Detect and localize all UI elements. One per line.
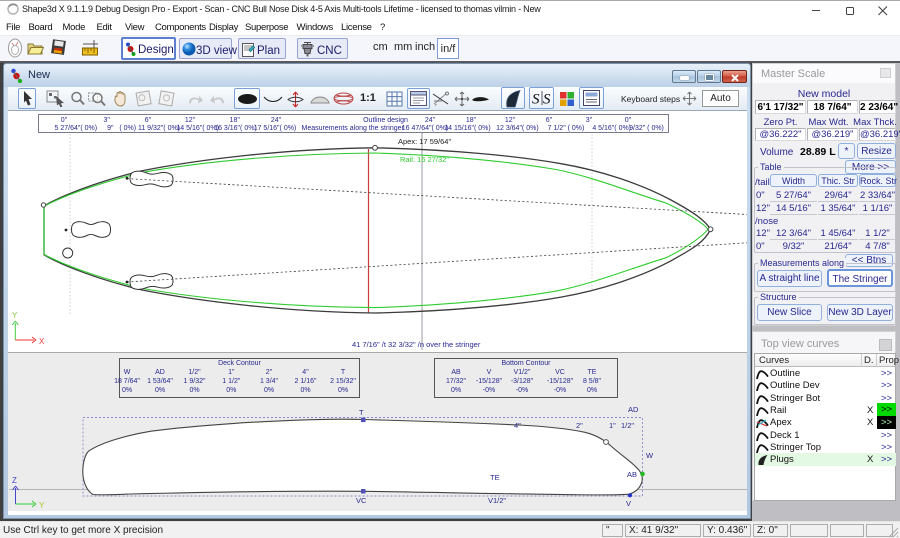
svg-text:TE: TE [490,473,500,482]
svg-text:4": 4" [514,421,521,430]
svg-text:Apex: 17 59/64": Apex: 17 59/64" [398,137,451,146]
svg-text:41 7/16" /t 32 3/32" /n over t: 41 7/16" /t 32 3/32" /n over the stringe… [352,340,481,349]
svg-text:V: V [626,499,631,508]
svg-text:Rail: 16 27/32": Rail: 16 27/32" [400,155,449,164]
svg-text:2": 2" [576,421,583,430]
svg-text:Y: Y [12,311,18,320]
svg-text:S: S [532,92,540,108]
svg-text:W: W [646,451,654,460]
svg-text:V1/2": V1/2" [488,496,506,505]
svg-text:Y: Y [39,501,45,510]
svg-text:AB: AB [627,470,637,479]
svg-text:VC: VC [356,496,367,505]
svg-text:T: T [359,408,364,417]
svg-text:X: X [39,337,45,346]
svg-text:S: S [543,92,551,108]
svg-text:Z: Z [12,476,17,485]
svg-text:1": 1" [609,421,616,430]
svg-text:1/2": 1/2" [621,421,634,430]
svg-text:AD: AD [628,405,639,414]
